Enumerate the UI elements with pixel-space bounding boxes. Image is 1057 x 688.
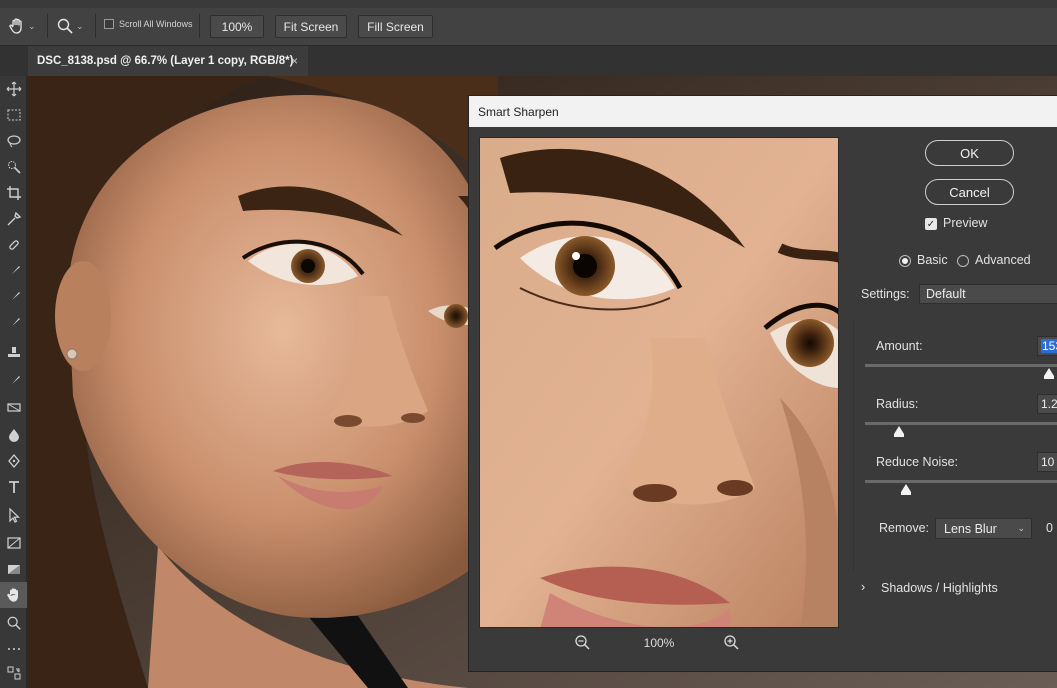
chevron-right-icon[interactable]: › — [861, 580, 865, 594]
photoshop-window: ⌄ ⌄ Scroll All Windows 100% Fit Screen F… — [0, 0, 1057, 688]
radius-slider-thumb[interactable] — [894, 426, 904, 437]
close-icon[interactable]: × — [291, 54, 298, 68]
advanced-label: Advanced — [975, 253, 1031, 267]
preview-zoom-level: 100% — [643, 636, 675, 650]
eraser-brush-tool-icon[interactable] — [0, 368, 27, 394]
blur-tool-icon[interactable] — [0, 422, 27, 448]
reduce-noise-field[interactable]: 10 — [1037, 452, 1057, 472]
remove-angle-value: 0 — [1046, 521, 1053, 535]
remove-value: Lens Blur — [944, 521, 997, 536]
zoom-100-button[interactable]: 100% — [210, 15, 264, 38]
fill-screen-button[interactable]: Fill Screen — [358, 15, 433, 38]
clone-stamp-tool-icon[interactable] — [0, 284, 27, 310]
fit-screen-button[interactable]: Fit Screen — [275, 15, 347, 38]
marquee-tool-icon[interactable] — [0, 102, 27, 128]
reduce-noise-slider-thumb[interactable] — [901, 484, 911, 495]
scroll-all-windows-label: Scroll All Windows — [119, 19, 193, 29]
reduce-noise-value: 10 — [1041, 455, 1055, 469]
document-tab-bar: DSC_8138.psd @ 66.7% (Layer 1 copy, RGB/… — [0, 46, 1057, 76]
chevron-down-icon: ⌄ — [76, 20, 84, 31]
gradient-tool-icon[interactable] — [0, 556, 27, 582]
checkbox-box[interactable] — [104, 19, 114, 29]
settings-value: Default — [926, 287, 966, 301]
hand-tool-icon[interactable] — [0, 582, 27, 608]
preview-checkbox[interactable]: ✓ — [925, 218, 937, 230]
more-tools-icon[interactable] — [0, 636, 27, 662]
options-bar: ⌄ ⌄ Scroll All Windows 100% Fit Screen F… — [0, 0, 1057, 46]
tools-panel — [0, 76, 27, 688]
smart-sharpen-dialog: Smart Sharpen 100% OK Cancel ✓ Preview B… — [468, 95, 1057, 672]
remove-label: Remove: — [879, 521, 930, 535]
brush-tool-icon[interactable] — [0, 258, 27, 284]
radius-field[interactable]: 1.2 — [1037, 394, 1057, 414]
radius-label: Radius: — [876, 397, 919, 411]
shadows-highlights-toggle[interactable]: Shadows / Highlights — [881, 581, 998, 595]
hand-icon — [9, 18, 22, 34]
checkmark-icon: ✓ — [926, 218, 936, 230]
stamp-tool-icon[interactable] — [0, 340, 27, 366]
amount-field[interactable]: 153 — [1037, 336, 1057, 356]
type-tool-icon[interactable] — [0, 474, 27, 500]
document-tab-title: DSC_8138.psd @ 66.7% (Layer 1 copy, RGB/… — [37, 55, 294, 67]
magnifier-icon — [57, 18, 73, 34]
divider — [95, 14, 96, 38]
reduce-noise-label: Reduce Noise: — [876, 455, 958, 469]
advanced-radio[interactable] — [957, 255, 969, 267]
amount-label: Amount: — [876, 339, 923, 353]
document-tab[interactable]: DSC_8138.psd @ 66.7% (Layer 1 copy, RGB/… — [28, 46, 308, 76]
radius-slider-track[interactable] — [865, 422, 1057, 425]
lasso-tool-icon[interactable] — [0, 128, 27, 154]
move-tool-icon[interactable] — [0, 76, 27, 102]
dialog-title: Smart Sharpen — [469, 96, 1057, 127]
eraser-tool-icon[interactable] — [0, 394, 27, 420]
remove-dropdown[interactable]: Lens Blur ⌄ — [935, 518, 1032, 539]
settings-dropdown[interactable]: Default — [919, 284, 1057, 304]
cancel-button[interactable]: Cancel — [925, 179, 1014, 205]
preview-label: Preview — [943, 216, 988, 230]
divider — [199, 14, 200, 38]
pen-tool-icon[interactable] — [0, 448, 27, 474]
divider — [47, 14, 48, 38]
basic-radio[interactable] — [899, 255, 911, 267]
basic-label: Basic — [917, 253, 948, 267]
sharpen-preview[interactable] — [479, 137, 839, 628]
amount-slider-thumb[interactable] — [1044, 368, 1054, 379]
healing-brush-tool-icon[interactable] — [0, 232, 27, 258]
path-selection-tool-icon[interactable] — [0, 502, 27, 528]
crop-tool-icon[interactable] — [0, 180, 27, 206]
ok-button[interactable]: OK — [925, 140, 1014, 166]
chevron-down-icon: ⌄ — [1017, 523, 1025, 533]
reduce-noise-slider-track[interactable] — [865, 480, 1057, 483]
radius-value: 1.2 — [1041, 397, 1057, 411]
amount-value: 153 — [1041, 339, 1057, 353]
eyedropper-tool-icon[interactable] — [0, 206, 27, 232]
zoom-tool-preset[interactable]: ⌄ — [56, 14, 92, 38]
rectangle-tool-icon[interactable] — [0, 530, 27, 556]
settings-label: Settings: — [861, 287, 910, 301]
menu-bar-remnant — [0, 0, 1057, 8]
history-brush-tool-icon[interactable] — [0, 310, 27, 336]
swap-colors-icon[interactable] — [0, 660, 27, 686]
amount-slider-track[interactable] — [865, 364, 1057, 367]
quick-selection-tool-icon[interactable] — [0, 154, 27, 180]
chevron-down-icon: ⌄ — [28, 20, 36, 31]
preview-zoom-bar: 100% — [479, 632, 839, 656]
scroll-all-windows-checkbox[interactable]: Scroll All Windows — [104, 19, 193, 29]
zoom-tool-icon[interactable] — [0, 610, 27, 636]
zoom-in-icon[interactable] — [723, 634, 739, 650]
hand-tool-preset[interactable]: ⌄ — [8, 14, 44, 38]
preview-photo — [480, 138, 838, 627]
